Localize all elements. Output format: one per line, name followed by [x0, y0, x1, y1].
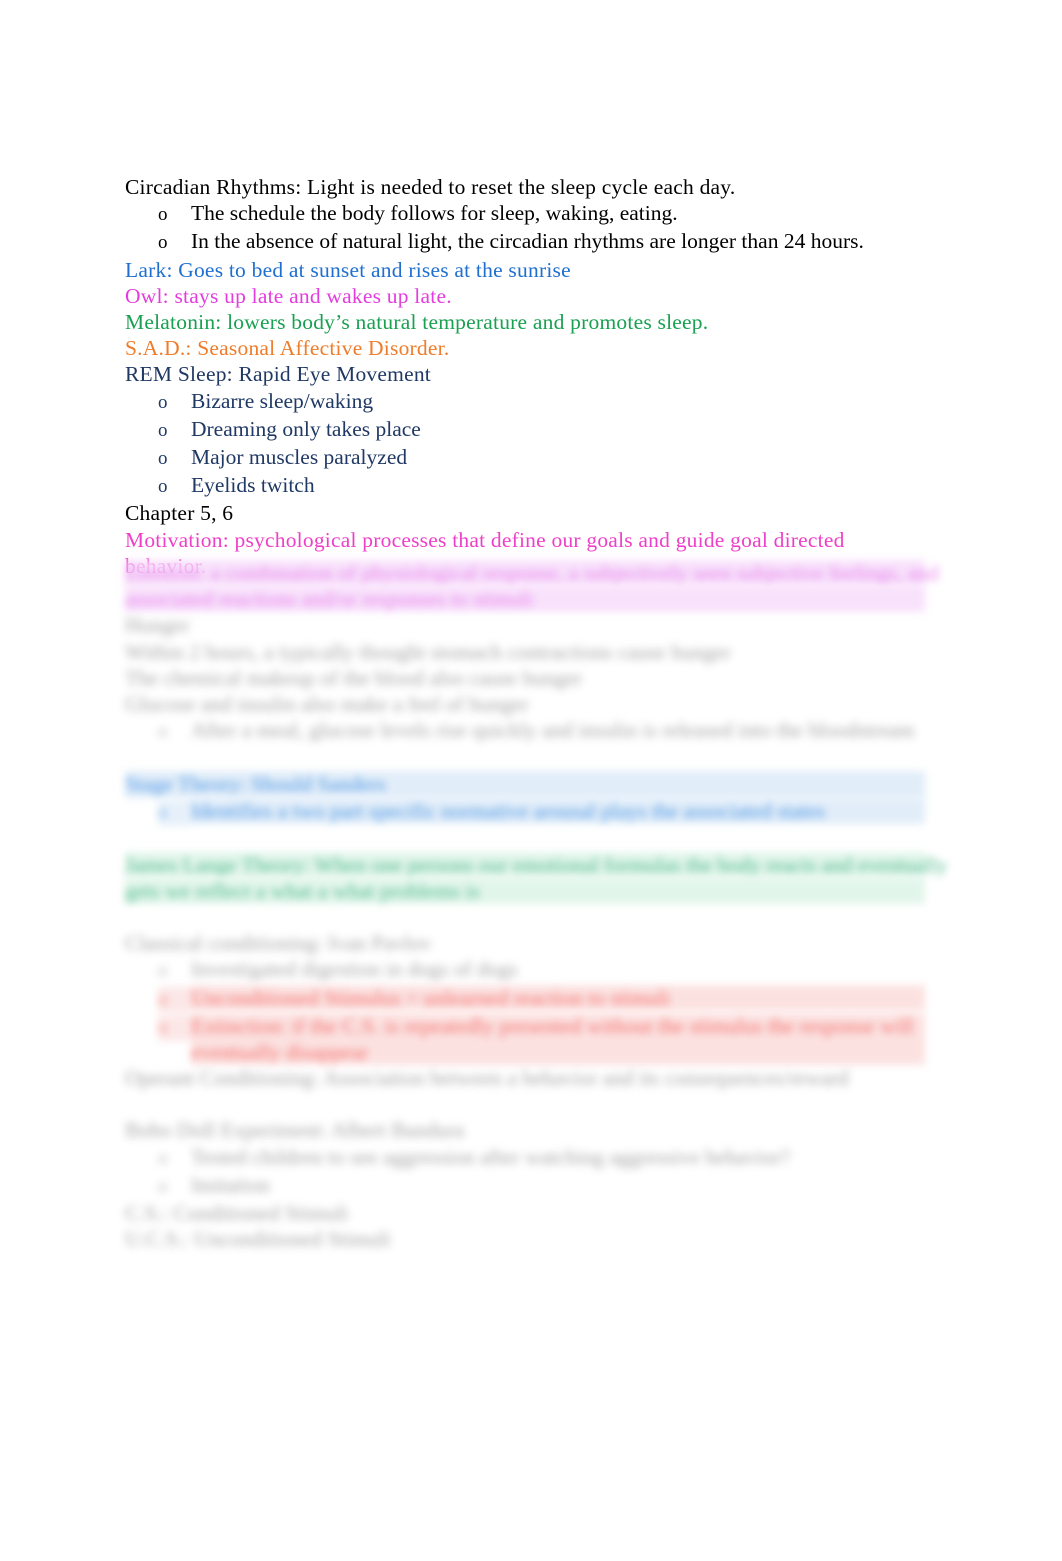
- redacted-spacer: [125, 1091, 925, 1117]
- bullet-marker-icon: o: [158, 448, 168, 470]
- redacted-line: associated reactions and/or responses to…: [125, 586, 925, 613]
- redacted-line: Bobo Doll Experiment: Albert Bandura: [125, 1118, 465, 1143]
- redacted-notes-region: Emotion: a combination of physiological …: [125, 560, 948, 1252]
- bullet-marker-icon: o: [158, 232, 168, 254]
- redacted-line: C.S.: Conditioned Stimuli: [125, 1201, 349, 1226]
- redacted-line: The chemical makeup of the blood also ca…: [125, 665, 583, 690]
- list-item-label: In the absence of natural light, the cir…: [191, 229, 864, 254]
- list-item-label: The schedule the body follows for sleep,…: [191, 201, 678, 226]
- redacted-list-item-label: Imitation: [191, 1172, 270, 1197]
- redacted-list-item-label: Extinction: if the C.S. is repeatedly pr…: [191, 1012, 925, 1066]
- bullet-marker-icon: o: [158, 476, 168, 498]
- chapter-heading: Chapter 5, 6: [125, 501, 234, 526]
- redacted-line: Emotion: a combination of physiological …: [125, 560, 939, 587]
- redacted-list-item: o Identifies a two part specific normativ…: [125, 797, 925, 826]
- list-item-label: Dreaming only takes place: [191, 416, 421, 441]
- bullet-marker-icon: o: [158, 1175, 168, 1197]
- redacted-line: Classical conditioning: Ivan Pavlov: [125, 931, 432, 956]
- bullet-marker-icon: o: [158, 1147, 168, 1169]
- circadian-rhythms-heading: Circadian Rhythms: Light is needed to re…: [125, 175, 736, 199]
- redacted-spacer: [125, 745, 925, 771]
- redacted-list-item-label: Identifies a two part specific normative…: [191, 797, 925, 824]
- redacted-list-item: o Unconditioned Stimulus = unlearned reac…: [125, 984, 925, 1013]
- redacted-list-item-label: Unconditioned Stimulus = unlearned react…: [191, 984, 925, 1011]
- bullet-marker-icon: o: [158, 986, 191, 1013]
- notes-content: Circadian Rhythms: Light is needed to re…: [125, 174, 925, 579]
- list-item: o In the absence of natural light, the c…: [125, 228, 925, 256]
- owl-definition: Owl: stays up late and wakes up late.: [125, 283, 452, 308]
- list-item-label: Major muscles paralyzed: [191, 445, 408, 470]
- list-item: o Dreaming only takes place: [125, 416, 925, 444]
- list-item: o Bizarre sleep/waking: [125, 388, 925, 416]
- bullet-marker-icon: o: [158, 721, 168, 743]
- redacted-list-item-label: After a meal, glucose levels rise quickl…: [191, 718, 915, 743]
- sad-definition: S.A.D.: Seasonal Affective Disorder.: [125, 336, 450, 361]
- redacted-list-item: o Extinction: if the C.S. is repeatedly p…: [125, 1012, 925, 1066]
- redacted-spacer: [125, 904, 925, 930]
- list-item-label: Eyelids twitch: [191, 473, 315, 498]
- redacted-list-item: o After a meal, glucose levels rise quick…: [125, 717, 925, 745]
- redacted-line: Glucose and insulin also make a feel of …: [125, 692, 529, 717]
- list-item: o Eyelids twitch: [125, 472, 925, 500]
- redacted-list-item: o Investigated digestion in dogs of dogs: [125, 956, 925, 984]
- redacted-spacer: [125, 826, 925, 852]
- redacted-line: James Lange Theory: When one persons our…: [125, 851, 948, 879]
- bullet-marker-icon: o: [158, 204, 168, 226]
- list-item-label: Bizarre sleep/waking: [191, 388, 374, 413]
- redacted-line: Stage Theory: Should Sanders: [125, 771, 925, 798]
- list-item: o The schedule the body follows for slee…: [125, 200, 925, 228]
- redacted-list-item: o Tested children to see aggression after…: [125, 1144, 925, 1172]
- redacted-line: U.C.S.: Unconditioned Stimuli: [125, 1227, 391, 1252]
- lark-definition: Lark: Goes to bed at sunset and rises at…: [125, 257, 571, 282]
- bullet-marker-icon: o: [158, 799, 191, 826]
- redacted-line: Operant Conditioning: Association betwee…: [125, 1066, 849, 1091]
- rem-sleep-heading: REM Sleep: Rapid Eye Movement: [125, 362, 431, 387]
- bullet-marker-icon: o: [158, 391, 168, 413]
- document-page: Circadian Rhythms: Light is needed to re…: [0, 0, 1062, 1561]
- redacted-line: Within 2 hours, a typically thought stom…: [125, 639, 731, 664]
- redacted-list-item-label: Tested children to see aggression after …: [191, 1144, 791, 1169]
- redacted-line: gets we reflect a what a what problems i…: [125, 878, 925, 905]
- bullet-marker-icon: o: [158, 960, 168, 982]
- redacted-line: Hunger: [125, 613, 190, 638]
- list-item: o Major muscles paralyzed: [125, 444, 925, 472]
- melatonin-definition: Melatonin: lowers body’s natural tempera…: [125, 310, 709, 335]
- redacted-list-item: o Imitation: [125, 1172, 925, 1200]
- redacted-list-item-label: Investigated digestion in dogs of dogs: [191, 957, 518, 982]
- bullet-marker-icon: o: [158, 1014, 191, 1042]
- bullet-marker-icon: o: [158, 419, 168, 441]
